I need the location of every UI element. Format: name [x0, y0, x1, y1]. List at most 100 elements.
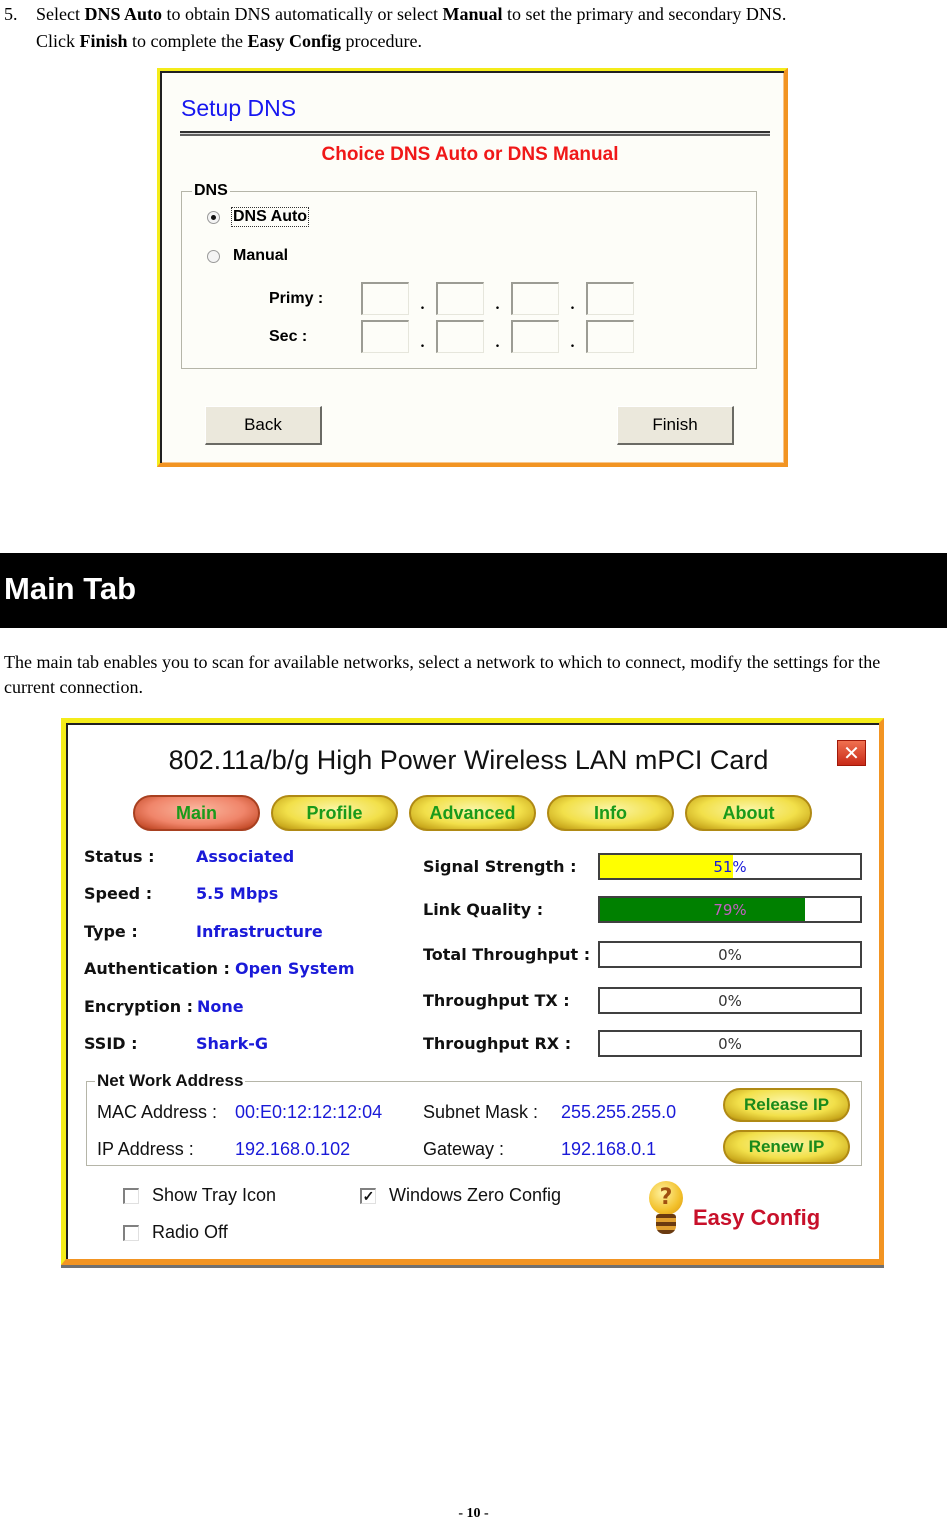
primary-dns-octet-3[interactable]: [511, 282, 559, 315]
primary-dns-octet-1[interactable]: [361, 282, 409, 315]
secondary-dns-octet-2[interactable]: [436, 320, 484, 353]
signal-strength-meter: 51%: [598, 853, 862, 880]
emphasized-term: Easy Config: [247, 31, 342, 51]
ssid-value: Shark-G: [196, 1034, 269, 1053]
primary-dns-octet-2[interactable]: [436, 282, 484, 315]
renew-ip-button[interactable]: Renew IP: [723, 1130, 850, 1164]
release-ip-button[interactable]: Release IP: [723, 1088, 850, 1122]
radio-button-selected[interactable]: [207, 210, 220, 224]
radio-dns-auto[interactable]: DNS Auto: [207, 207, 310, 227]
step-line-1: Select DNS Auto to obtain DNS automatica…: [36, 0, 786, 28]
checkbox[interactable]: ✓: [360, 1187, 376, 1204]
secondary-dns-octet-1[interactable]: [361, 320, 409, 353]
mac-address-row: MAC Address : 00:E0:12:12:12:04 Subnet M…: [97, 1102, 676, 1123]
utility-title: 802.11a/b/g High Power Wireless LAN mPCI…: [168, 745, 769, 775]
wireless-utility-window: 802.11a/b/g High Power Wireless LAN mPCI…: [61, 718, 884, 1265]
setup-dns-dialog: Setup DNS Choice DNS Auto or DNS Manual …: [157, 68, 788, 467]
text-run: Select: [36, 4, 85, 24]
signal-strength-row: Signal Strength : 51%: [423, 853, 862, 880]
meter-value: 0%: [718, 992, 742, 1010]
radio-label: DNS Auto: [230, 207, 310, 227]
back-button[interactable]: Back: [205, 406, 322, 445]
authentication-label: Authentication :: [84, 959, 230, 978]
step-line-2: Click Finish to complete the Easy Config…: [36, 27, 422, 55]
secondary-dns-label: Sec :: [269, 327, 308, 345]
network-address-group: Net Work Address MAC Address : 00:E0:12:…: [86, 1071, 862, 1166]
dialog-subtitle: Choice DNS Auto or DNS Manual: [321, 144, 619, 165]
tab-info[interactable]: Info: [547, 795, 674, 831]
checkbox[interactable]: [123, 1224, 139, 1241]
windows-zero-config-checkbox[interactable]: ✓ Windows Zero Config: [360, 1185, 561, 1206]
primary-dns-octet-4[interactable]: [586, 282, 634, 315]
page-number: - 10 -: [458, 1506, 489, 1521]
emphasized-term: Finish: [79, 31, 128, 51]
dot-separator: .: [570, 295, 575, 313]
meter-value: 79%: [713, 901, 747, 919]
speed-label: Speed :: [84, 884, 153, 903]
close-button[interactable]: ✕: [837, 740, 866, 766]
meter-value: 0%: [718, 1035, 742, 1053]
step-number: 5.: [4, 4, 18, 24]
meter-value: 51%: [713, 858, 747, 876]
type-value: Infrastructure: [196, 922, 323, 941]
subnet-mask-value: 255.255.255.0: [561, 1102, 677, 1122]
encryption-row: Encryption : None: [84, 997, 244, 1016]
status-row: Status : Associated: [84, 847, 294, 866]
speed-row: Speed : 5.5 Mbps: [84, 884, 278, 903]
link-quality-row: Link Quality : 79%: [423, 896, 862, 923]
show-tray-icon-checkbox[interactable]: Show Tray Icon: [123, 1185, 276, 1206]
ip-address-row: IP Address : 192.168.0.102 Gateway : 192…: [97, 1139, 656, 1160]
radio-manual[interactable]: Manual: [207, 247, 289, 265]
status-label: Status :: [84, 847, 155, 866]
throughput-tx-meter: 0%: [598, 987, 862, 1014]
emphasized-term: DNS Auto: [84, 4, 163, 24]
primary-dns-label: Primy :: [269, 289, 324, 307]
tab-main[interactable]: Main: [133, 795, 260, 831]
tab-profile[interactable]: Profile: [271, 795, 398, 831]
speed-value: 5.5 Mbps: [196, 884, 279, 903]
total-throughput-label: Total Throughput :: [423, 945, 591, 964]
tab-advanced[interactable]: Advanced: [409, 795, 536, 831]
authentication-value: Open System: [235, 959, 355, 978]
ssid-row: SSID : Shark-G: [84, 1034, 268, 1053]
ssid-label: SSID :: [84, 1034, 138, 1053]
dot-separator: .: [495, 295, 500, 313]
easy-config-button[interactable]: ? Easy Config: [649, 1181, 820, 1235]
dns-group-label: DNS: [192, 182, 230, 200]
encryption-label: Encryption :: [84, 997, 194, 1016]
text-run: to set the primary and secondary DNS.: [502, 4, 787, 24]
throughput-rx-label: Throughput RX :: [423, 1034, 572, 1053]
ip-address-label: IP Address :: [97, 1139, 194, 1159]
type-row: Type : Infrastructure: [84, 922, 323, 941]
dns-group: DNS DNS Auto Manual Primy : . . . Sec : …: [181, 182, 757, 369]
radio-button[interactable]: [207, 249, 220, 263]
checkbox-label: Windows Zero Config: [389, 1185, 562, 1205]
secondary-dns-octet-4[interactable]: [586, 320, 634, 353]
signal-strength-label: Signal Strength :: [423, 857, 577, 876]
bulb-base: [656, 1214, 676, 1234]
mac-address-value: 00:E0:12:12:12:04: [235, 1102, 383, 1122]
text-run: procedure.: [341, 31, 422, 51]
primary-dns-row: Primy : . . .: [269, 282, 634, 315]
throughput-rx-row: Throughput RX : 0%: [423, 1030, 862, 1057]
secondary-dns-row: Sec : . . .: [269, 320, 634, 353]
checkbox[interactable]: [123, 1187, 139, 1204]
meter-value: 0%: [718, 946, 742, 964]
radio-off-checkbox[interactable]: Radio Off: [123, 1222, 228, 1243]
text-run: to complete the: [127, 31, 248, 51]
throughput-rx-meter: 0%: [598, 1030, 862, 1057]
lightbulb-icon: ?: [649, 1181, 683, 1235]
dot-separator: .: [420, 333, 425, 351]
authentication-row: Authentication : Open System: [84, 959, 355, 978]
type-label: Type :: [84, 922, 138, 941]
dot-separator: .: [495, 333, 500, 351]
finish-button[interactable]: Finish: [617, 406, 734, 445]
tab-about[interactable]: About: [685, 795, 812, 831]
text-run: Click: [36, 31, 80, 51]
secondary-dns-octet-3[interactable]: [511, 320, 559, 353]
link-quality-label: Link Quality :: [423, 900, 544, 919]
title-divider: [180, 131, 770, 136]
mac-address-label: MAC Address :: [97, 1102, 218, 1122]
total-throughput-meter: 0%: [598, 941, 862, 968]
total-throughput-row: Total Throughput : 0%: [423, 941, 862, 968]
